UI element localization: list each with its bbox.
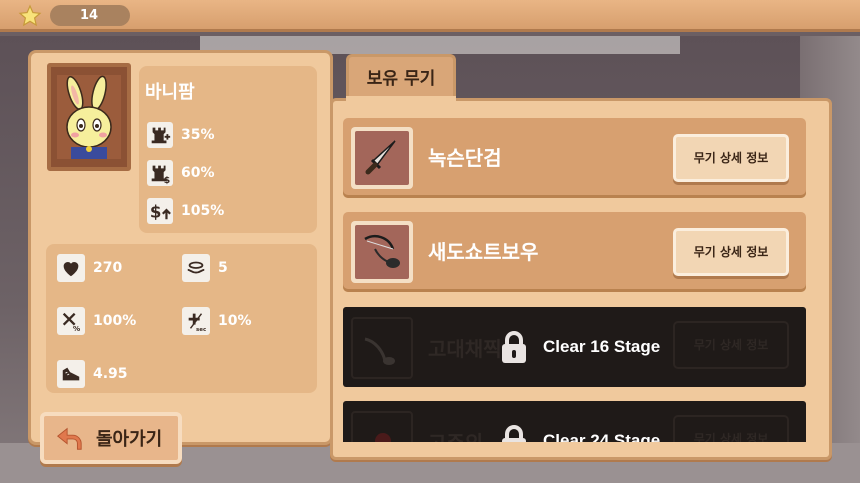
svg-text:%: %: [73, 324, 81, 332]
weapon-thumbnail: [351, 317, 413, 379]
weapon-thumbnail: [351, 221, 413, 283]
weapon-name: 고주의: [428, 427, 483, 442]
weapon-card-locked-16[interactable]: 고대채찍 무기 상세 정보 Clear 16 Stage: [343, 307, 806, 387]
stat-health: 270: [57, 254, 122, 282]
shoe-icon: [57, 360, 85, 388]
stat-value: 4.95: [93, 366, 128, 382]
plus-sec-icon: sec: [182, 307, 210, 335]
weapon-name: 고대채찍: [428, 337, 502, 361]
stat-value: 60%: [181, 165, 215, 181]
heart-icon: [57, 254, 85, 282]
weapon-list[interactable]: 녹슨단검 무기 상세 정보 새도쇼트보우 무기 상세 정보 고대채찍 무기 상세…: [335, 105, 827, 442]
unlock-requirement: Clear 24 Stage: [543, 431, 661, 442]
star-icon: [18, 4, 42, 27]
stat-value: 100%: [93, 313, 137, 329]
weapon-card-locked-24[interactable]: 고주의 무기 상세 정보 Clear 24 Stage: [343, 401, 806, 442]
bow-icon: [364, 235, 400, 268]
portrait-background: [57, 75, 121, 159]
curse-weapon-icon: [375, 433, 391, 442]
stat-value: 35%: [181, 127, 215, 143]
bunny-character-icon: [66, 75, 112, 159]
stat-attack: % 100%: [57, 307, 136, 335]
weapon-card-shadow-shortbow[interactable]: 새도쇼트보우 무기 상세 정보: [343, 212, 806, 292]
lock-icon: [502, 331, 526, 363]
weapon-name: 새도쇼트보우: [428, 240, 539, 264]
stat-halo: 5: [182, 254, 228, 282]
stat-value: 5: [218, 260, 228, 276]
weapon-detail-button: 무기 상세 정보: [673, 415, 789, 442]
weapon-name: 녹슨단검: [428, 146, 502, 170]
dollar-up-icon: $: [147, 198, 173, 224]
weapon-detail-button[interactable]: 무기 상세 정보: [673, 228, 789, 276]
unlock-requirement: Clear 16 Stage: [543, 337, 661, 356]
star-count: 14: [50, 5, 130, 26]
rook-dollar-icon: $: [147, 160, 173, 186]
weapon-card-rusty-dagger[interactable]: 녹슨단검 무기 상세 정보: [343, 118, 806, 198]
svg-text:$: $: [150, 202, 162, 221]
stat-row-dollar-up: $ 105%: [147, 198, 224, 224]
halo-icon: [182, 254, 210, 282]
character-portrait: [47, 63, 131, 171]
top-bar: 14: [0, 0, 860, 32]
stat-value: 270: [93, 260, 123, 276]
stat-value: 105%: [181, 203, 225, 219]
rook-plus-icon: [147, 122, 173, 148]
stat-regen: sec 10%: [182, 307, 252, 335]
back-button-label: 돌아가기: [96, 429, 163, 450]
stat-speed: 4.95: [57, 360, 128, 388]
weapon-thumbnail: [351, 127, 413, 189]
lock-icon: [502, 425, 526, 442]
sword-percent-icon: %: [57, 307, 85, 335]
stat-row-rook-dollar: $ 60%: [147, 160, 215, 186]
tab-owned-weapons[interactable]: 보유 무기: [346, 54, 456, 100]
dagger-icon: [365, 140, 396, 175]
svg-text:$: $: [164, 175, 170, 185]
weapon-detail-button[interactable]: 무기 상세 정보: [673, 134, 789, 182]
svg-text:sec: sec: [196, 327, 206, 332]
stat-value: 10%: [218, 313, 252, 329]
weapon-thumbnail: [351, 411, 413, 442]
character-name: 바니팜: [145, 82, 195, 103]
back-arrow-icon: [56, 427, 82, 450]
back-button[interactable]: 돌아가기: [40, 412, 182, 464]
whip-icon: [364, 337, 395, 365]
stat-row-rook-plus: 35%: [147, 122, 215, 148]
tab-connector: [346, 96, 456, 102]
weapon-detail-button: 무기 상세 정보: [673, 321, 789, 369]
